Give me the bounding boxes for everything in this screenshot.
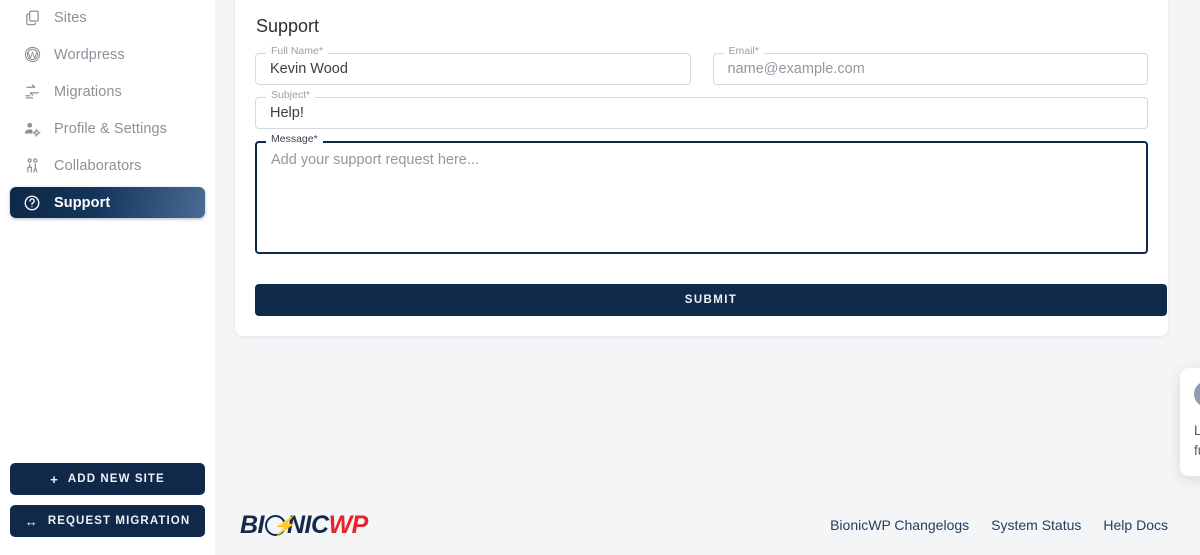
wordpress-icon — [22, 45, 42, 65]
sidebar-item-wordpress[interactable]: Wordpress — [10, 39, 205, 70]
support-card: Support Kevin Wood Full Name* name@examp… — [235, 0, 1168, 336]
app-root: Sites Wordpress Migrations Profile & Set… — [0, 0, 1200, 555]
sidebar-item-label: Support — [54, 194, 111, 211]
sidebar-item-collaborators[interactable]: Collaborators — [10, 150, 205, 181]
sidebar: Sites Wordpress Migrations Profile & Set… — [0, 0, 215, 555]
add-new-site-label: ADD NEW SITE — [67, 473, 165, 485]
full-name-value: Kevin Wood — [270, 61, 348, 77]
logo-text-accent: WP — [328, 510, 369, 539]
form-row-1: Kevin Wood Full Name* name@example.com E… — [255, 46, 1148, 85]
email-field[interactable]: name@example.com Email* — [712, 46, 1148, 85]
message-field[interactable]: Add your support request here... Message… — [255, 134, 1148, 254]
copy-icon — [22, 8, 42, 28]
user-gear-icon — [22, 119, 42, 139]
sidebar-item-support[interactable]: Support — [10, 187, 205, 218]
sidebar-item-sites[interactable]: Sites — [10, 2, 205, 33]
message-label: Message* — [266, 134, 323, 145]
footer: BI ⚡ NIC WP BionicWP Changelogs System S… — [215, 495, 1200, 555]
sidebar-item-label: Wordpress — [54, 46, 125, 63]
sidebar-item-label: Sites — [54, 9, 87, 26]
full-name-field[interactable]: Kevin Wood Full Name* — [255, 46, 691, 85]
email-value: name@example.com — [727, 61, 865, 77]
chat-message: Let me know if you need any further assi… — [1194, 423, 1200, 458]
migration-icon — [22, 82, 42, 102]
logo-text-primary: BI — [240, 510, 265, 539]
plus-icon: + — [50, 471, 59, 487]
main-content: Support Kevin Wood Full Name* name@examp… — [215, 0, 1200, 555]
footer-link-help-docs[interactable]: Help Docs — [1103, 517, 1168, 533]
footer-link-system-status[interactable]: System Status — [991, 517, 1081, 533]
chat-bubble-icon — [1194, 381, 1200, 407]
sidebar-item-label: Profile & Settings — [54, 120, 168, 137]
chat-popup-header: Cloud Support from BionicWP — [1194, 381, 1200, 407]
footer-links: BionicWP Changelogs System Status Help D… — [830, 517, 1168, 533]
footer-link-changelogs[interactable]: BionicWP Changelogs — [830, 517, 969, 533]
request-migration-label: REQUEST MIGRATION — [47, 515, 191, 527]
email-label: Email* — [723, 46, 764, 57]
bionicwp-logo: BI ⚡ NIC WP — [240, 511, 368, 540]
people-icon — [22, 156, 42, 176]
subject-label: Subject* — [266, 90, 316, 101]
form-row-3: Add your support request here... Message… — [255, 134, 1148, 254]
add-new-site-button[interactable]: + ADD NEW SITE — [10, 463, 205, 495]
message-value: Add your support request here... — [271, 152, 479, 168]
subject-value: Help! — [270, 105, 304, 121]
sidebar-actions: + ADD NEW SITE ↔ REQUEST MIGRATION — [10, 463, 205, 555]
subject-field[interactable]: Help! Subject* — [255, 90, 1148, 129]
logo-bolt-icon: ⚡ — [265, 514, 296, 536]
sidebar-nav: Sites Wordpress Migrations Profile & Set… — [10, 0, 205, 224]
request-migration-button[interactable]: ↔ REQUEST MIGRATION — [10, 505, 205, 537]
sidebar-item-profile-settings[interactable]: Profile & Settings — [10, 113, 205, 144]
full-name-label: Full Name* — [266, 46, 328, 57]
sidebar-item-label: Migrations — [54, 83, 122, 100]
submit-button[interactable]: SUBMIT — [255, 284, 1167, 316]
sidebar-item-label: Collaborators — [54, 157, 142, 174]
question-circle-icon — [22, 193, 42, 213]
page-title: Support — [256, 16, 320, 36]
sidebar-item-migrations[interactable]: Migrations — [10, 76, 205, 107]
chat-popup: Cloud Support from BionicWP ✕ Let me kno… — [1180, 368, 1200, 477]
form-row-2: Help! Subject* — [255, 90, 1148, 129]
arrows-horizontal-icon: ↔ — [24, 513, 39, 529]
